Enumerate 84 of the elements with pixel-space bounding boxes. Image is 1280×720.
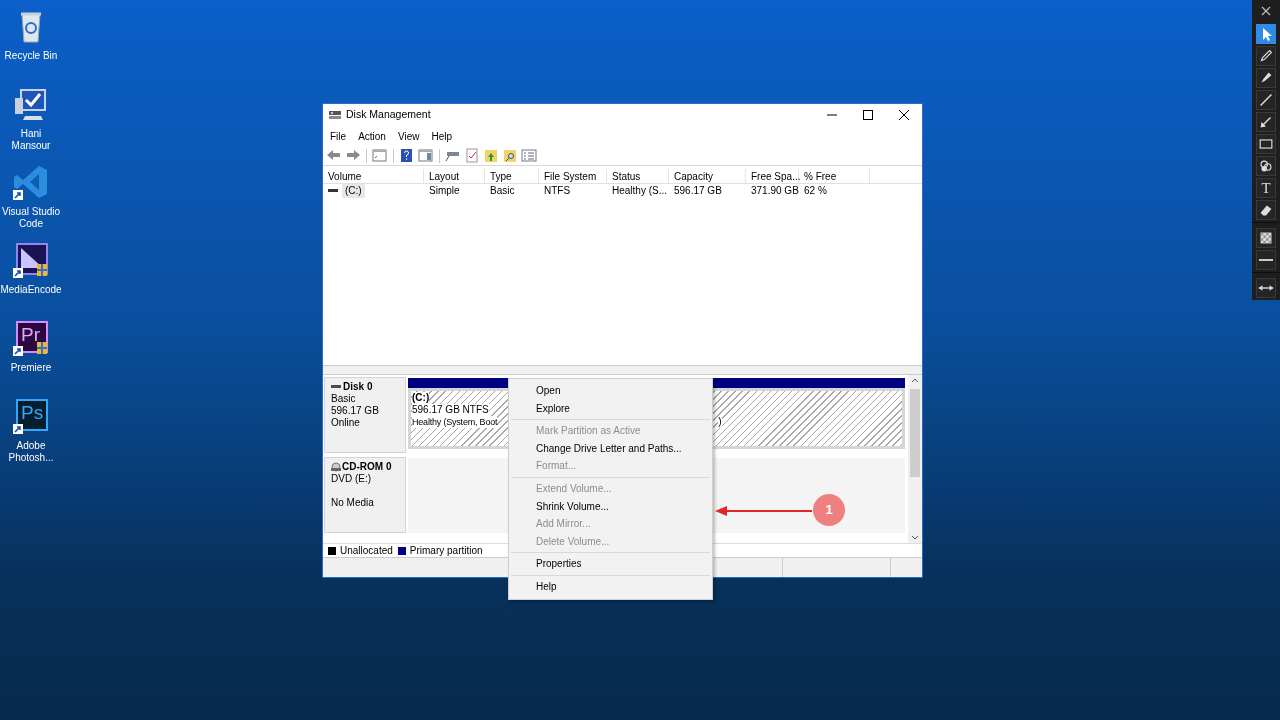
tool-button[interactable]: [1256, 278, 1276, 298]
column-header[interactable]: File System: [539, 169, 607, 184]
tool-button[interactable]: [1256, 250, 1276, 270]
icon-label: Recycle Bin: [3, 50, 59, 62]
legend-label: Unallocated: [340, 544, 393, 558]
context-menu-item[interactable]: Open: [509, 382, 712, 400]
app-glyph: Ps: [21, 403, 44, 422]
menu-item[interactable]: Action: [352, 128, 392, 144]
disk-status: No Media: [331, 497, 375, 509]
disk-info: DVD (E:): [331, 473, 372, 485]
partition-status: Healthy (System, Boot: [412, 416, 498, 428]
window-title: Disk Management: [346, 107, 431, 123]
column-header[interactable]: Free Spa...: [746, 169, 799, 184]
line-width-icon: [1259, 259, 1273, 261]
tool-button[interactable]: [1256, 156, 1276, 176]
help-icon[interactable]: [399, 148, 415, 163]
tool-button[interactable]: [1256, 200, 1276, 220]
table-cell-text: 596.17 GB: [673, 184, 723, 198]
scrollbar[interactable]: [908, 375, 922, 543]
partition-status: ): [718, 416, 722, 428]
tool-button[interactable]: [1256, 46, 1276, 66]
menu-item[interactable]: View: [391, 128, 426, 144]
text-tool-button[interactable]: T: [1256, 178, 1276, 198]
close-icon[interactable]: [899, 110, 909, 120]
app-glyph: Pr: [21, 325, 40, 344]
partition-name: (C:): [412, 392, 430, 404]
icon-label: Premiere: [9, 362, 53, 374]
forward-arrow-icon[interactable]: [345, 148, 361, 163]
cd-drive-icon: [331, 462, 341, 472]
folder-icon[interactable]: [483, 148, 499, 163]
context-menu-item[interactable]: Shrink Volume...: [509, 497, 712, 516]
computer-icon: [13, 86, 49, 122]
drive-icon: [328, 188, 338, 194]
disk-name: CD-ROM 0: [342, 461, 392, 473]
disk-icon: [329, 110, 341, 120]
scroll-thumb[interactable]: [910, 389, 920, 477]
disk-info: Basic: [331, 393, 357, 405]
table-cell-text: Basic: [489, 184, 516, 198]
premiere-app-icon: [13, 320, 49, 356]
desktop-shortcut[interactable]: Ps Adobe Photosh...: [0, 394, 62, 472]
icon-label: Hani Mansour: [10, 128, 52, 152]
menu-item[interactable]: Help: [425, 128, 458, 144]
table-cell-text: Simple: [428, 184, 461, 198]
tool-button[interactable]: [1256, 228, 1276, 248]
desktop-shortcut[interactable]: Pr Premiere: [0, 316, 62, 394]
disk-name: Disk 0: [343, 381, 373, 393]
folder-search-icon[interactable]: [502, 148, 518, 163]
column-header[interactable]: Type: [485, 169, 539, 184]
checklist-icon[interactable]: [464, 148, 480, 163]
partition-size: 596.17 GB NTFS: [412, 404, 489, 416]
context-menu-item[interactable]: Change Drive Letter and Paths...: [509, 439, 712, 458]
disk-info: Online: [331, 417, 361, 429]
back-arrow-icon[interactable]: [326, 148, 342, 163]
icon-label: MediaEncode: [0, 284, 62, 296]
photoshop-app-icon: [13, 398, 49, 434]
menu-item[interactable]: File: [324, 128, 353, 144]
desktop-shortcut[interactable]: Hani Mansour: [0, 82, 62, 160]
legend-label: Primary partition: [409, 544, 483, 558]
desktop-shortcut[interactable]: MediaEncode: [0, 238, 62, 316]
code-editor-icon: [13, 164, 49, 200]
column-header[interactable]: % Free: [799, 169, 870, 184]
table-cell-text: 371.90 GB: [750, 184, 799, 198]
disk-info: 596.17 GB: [331, 405, 380, 417]
context-menu-item[interactable]: Properties: [509, 555, 712, 573]
column-header[interactable]: Capacity: [669, 169, 746, 184]
tool-button[interactable]: [1256, 134, 1276, 154]
column-header[interactable]: Status: [607, 169, 669, 184]
context-menu-item[interactable]: Explore: [509, 399, 712, 418]
table-cell[interactable]: (C:): [342, 184, 365, 198]
context-menu-item[interactable]: Help: [509, 577, 712, 596]
desktop-shortcut[interactable]: Visual Studio Code: [0, 160, 62, 238]
tool-button[interactable]: [1256, 68, 1276, 88]
column-header[interactable]: Layout: [424, 169, 485, 184]
maximize-icon[interactable]: [863, 110, 873, 120]
table-cell-text: Healthy (S...: [611, 184, 669, 198]
panel-icon[interactable]: [418, 148, 434, 163]
tool-button[interactable]: [1256, 112, 1276, 132]
table-cell-text: NTFS: [543, 184, 572, 198]
table-cell-text: 62 %: [803, 184, 828, 198]
media-encoder-icon: [13, 242, 49, 278]
desktop-shortcut[interactable]: Recycle Bin: [0, 4, 62, 82]
icon-label: Adobe Photosh...: [7, 440, 55, 464]
tool-button[interactable]: [1256, 90, 1276, 110]
icon-label: Visual Studio Code: [0, 206, 62, 230]
